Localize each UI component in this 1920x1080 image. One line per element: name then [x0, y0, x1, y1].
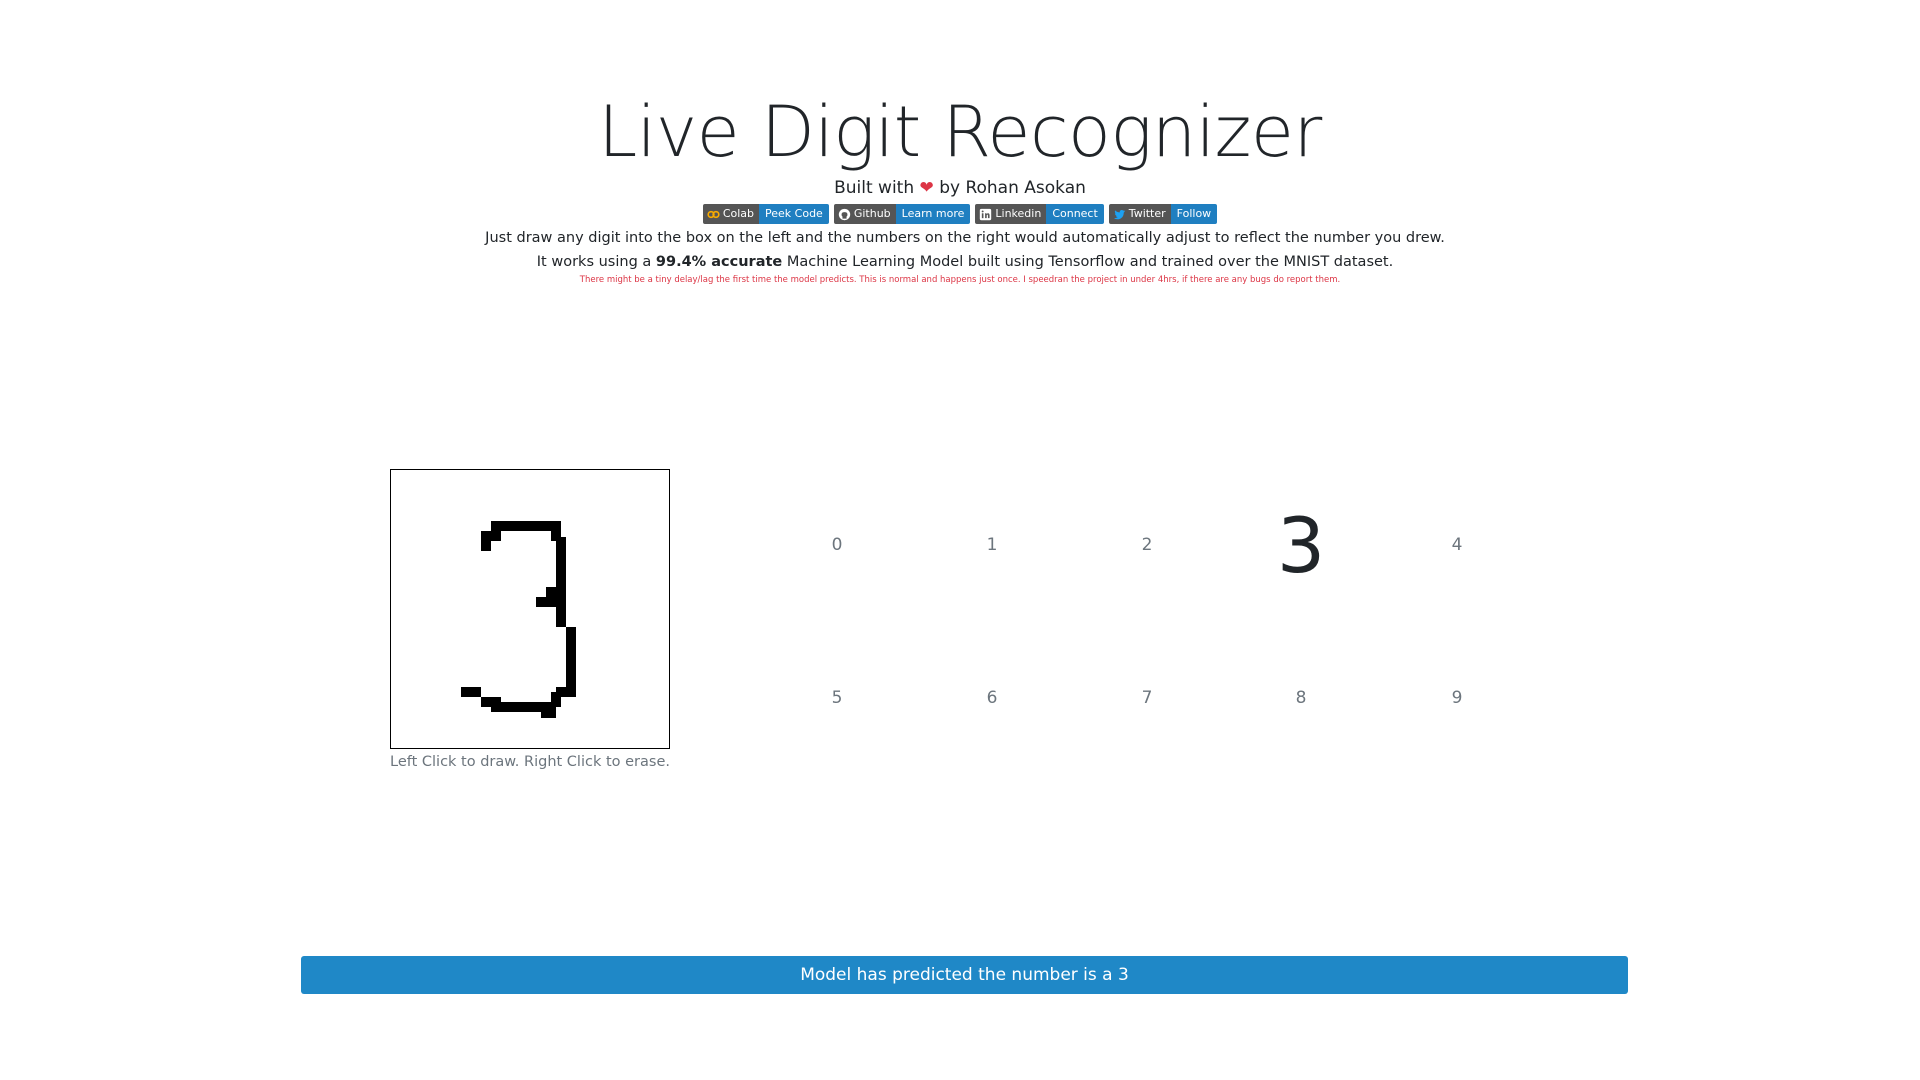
- canvas-caption: Left Click to draw. Right Click to erase…: [390, 754, 670, 770]
- digit-0: 0: [831, 535, 843, 555]
- twitter-icon: [1113, 209, 1125, 219]
- colab-icon: [707, 210, 720, 218]
- delay-note: There might be a tiny delay/lag the firs…: [579, 275, 1341, 285]
- digit-2: 2: [1141, 535, 1153, 555]
- digit-6: 6: [986, 688, 998, 708]
- description-accuracy: 99.4% accurate: [655, 254, 783, 270]
- github-badge-message: Learn more: [895, 204, 971, 224]
- linkedin-badge-label: Linkedin: [995, 207, 1042, 220]
- description: Just draw any digit into the box on the …: [480, 226, 1450, 274]
- colab-badge-label: Colab: [722, 207, 755, 220]
- linkedin-badge[interactable]: Linkedin Connect: [975, 204, 1104, 224]
- linkedin-badge-message: Connect: [1046, 204, 1104, 224]
- digit-3-predicted: 3: [1276, 501, 1326, 590]
- heart-icon: ❤: [919, 178, 934, 198]
- github-badge[interactable]: Github Learn more: [833, 204, 971, 224]
- twitter-badge-message: Follow: [1170, 204, 1218, 224]
- digit-9: 9: [1451, 688, 1463, 708]
- drawing-canvas[interactable]: [390, 469, 670, 749]
- digit-5: 5: [831, 688, 843, 708]
- description-part2: Machine Learning Model built using Tenso…: [782, 254, 1394, 270]
- github-icon: [838, 208, 851, 220]
- byline-suffix: by Rohan Asokan: [939, 178, 1086, 198]
- badge-row: Colab Peek Code Github Learn more Linked…: [0, 204, 1920, 224]
- drawn-digit: [461, 521, 576, 718]
- digit-8: 8: [1295, 688, 1307, 708]
- byline: Built with ❤ by Rohan Asokan: [0, 177, 1920, 199]
- byline-prefix: Built with: [834, 178, 915, 198]
- digit-4: 4: [1451, 535, 1463, 555]
- digit-1: 1: [986, 535, 998, 555]
- prediction-result-bar: Model has predicted the number is a 3: [301, 956, 1628, 994]
- page-title: Live Digit Recognizer: [598, 91, 1322, 173]
- linkedin-icon: [980, 208, 992, 220]
- twitter-badge-label: Twitter: [1128, 207, 1166, 220]
- colab-badge[interactable]: Colab Peek Code: [702, 204, 829, 224]
- github-badge-label: Github: [853, 207, 891, 220]
- colab-badge-message: Peek Code: [759, 204, 829, 224]
- twitter-badge[interactable]: Twitter Follow: [1108, 204, 1218, 224]
- digit-7: 7: [1141, 688, 1153, 708]
